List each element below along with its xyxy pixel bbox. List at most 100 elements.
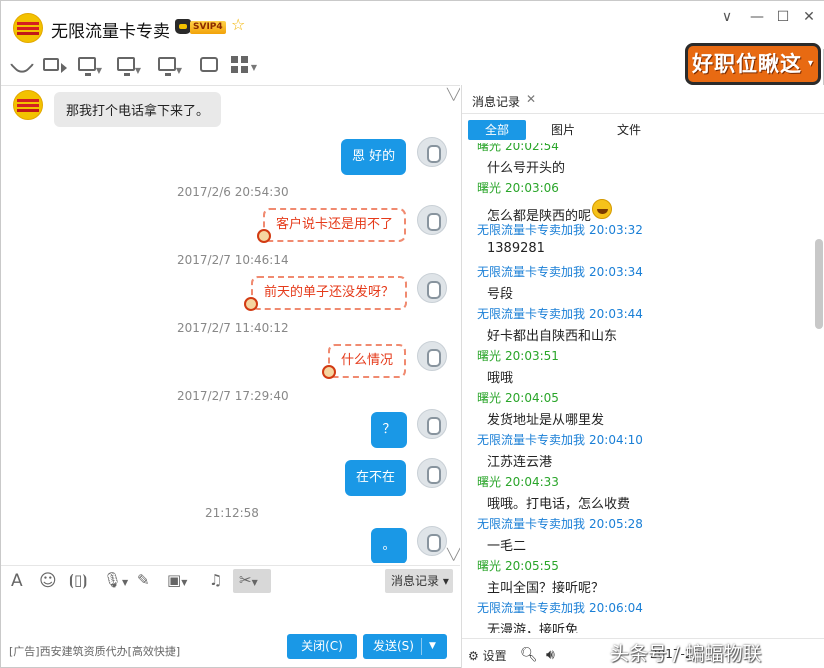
history-entry-header: 曙光 20:04:05 [477,389,559,406]
history-entry-header: 无限流量卡专卖加我 20:05:28 [477,515,643,532]
history-entry-text: 1389281 [487,241,545,256]
message-bubble-icon[interactable] [200,57,218,72]
scissors-icon: ✂▼ [239,571,258,589]
maximize-button[interactable]: ☐ [775,9,791,25]
history-entry-sender[interactable]: 无限流量卡专卖加我 [477,307,585,321]
self-avatar[interactable] [417,409,447,439]
history-entry-time: 20:05:28 [589,517,643,531]
star-icon[interactable]: ☆ [231,15,245,34]
history-entry-sender[interactable]: 曙光 [477,559,501,573]
tab-message-history[interactable]: 消息记录 [472,93,520,110]
ad-banner[interactable]: 好职位瞅这 ▾ [685,43,821,85]
ad-dropdown-icon[interactable]: ▾ [808,46,814,82]
outgoing-message-bubble: 客户说卡还是用不了 [263,208,407,242]
history-entry-text: 发货地址是从哪里发 [487,413,605,428]
send-file-icon[interactable]: ▼ [158,57,182,76]
incoming-message-bubble: 那我打个电话拿下来了。 [54,92,222,127]
minimize-button[interactable]: — [749,9,765,25]
screen-share-icon[interactable]: ▼ [78,57,102,76]
history-entry-text: 江苏连云港 [487,455,553,470]
history-entry-text: 号段 [487,287,514,302]
remote-desktop-icon[interactable]: ▼ [117,57,141,76]
close-button[interactable]: 关闭(C) [287,634,357,659]
history-entry-text: 哦哦 [487,371,514,386]
laughing-emoji-icon [592,199,612,219]
self-avatar[interactable] [417,526,447,556]
outgoing-message-bubble: 在不在 [345,460,407,496]
window-title[interactable]: 无限流量卡专卖 [51,17,170,42]
search-icon[interactable]: 🔍︎ [520,647,538,663]
filter-all[interactable]: 全部 [468,120,526,140]
history-entry-sender[interactable]: 曙光 [477,391,501,405]
self-avatar[interactable] [417,205,447,235]
close-window-button[interactable]: ✕ [801,9,817,25]
close-tab-icon[interactable]: ✕ [526,92,536,106]
message-history-button[interactable]: 消息记录 ▾ [385,569,453,593]
history-scrollbar[interactable] [814,143,824,633]
message-timestamp: 2017/2/7 11:40:12 [177,321,289,335]
history-entry-text: 主叫全国？接听呢？ [487,581,605,596]
apps-grid-icon[interactable]: ▼ [231,56,257,74]
send-button[interactable]: 发送(S) ▼ [363,634,447,659]
history-entry-sender[interactable]: 无限流量卡专卖加我 [477,601,585,615]
chat-footer: [广告]西安建筑资质代办[高效快捷] 关闭(C) 发送(S) ▼ [1,631,460,668]
screenshot-button[interactable]: ✂▼ [233,569,271,593]
menu-dropdown-icon[interactable]: ∨ [719,9,735,25]
chat-message-area[interactable]: ╲╱ 那我打个电话拿下来了。 恩 好的 2017/2/6 20:54:30 客户… [1,85,460,563]
text-ad-link[interactable]: [广告]西安建筑资质代办[高效快捷] [9,643,180,659]
message-timestamp: 2017/2/7 10:46:14 [177,253,289,267]
send-image-icon[interactable]: ▣▼ [167,571,187,589]
history-entry-header: 曙光 20:05:55 [477,557,559,574]
sticker-icon [257,229,271,243]
history-entry-time: 20:04:33 [505,475,559,489]
history-entry-time: 20:03:51 [505,349,559,363]
shake-window-icon[interactable]: ⦗▯⦘ [69,571,87,589]
history-entry-sender[interactable]: 无限流量卡专卖加我 [477,517,585,531]
history-entry-sender[interactable]: 无限流量卡专卖加我 [477,265,585,279]
self-avatar[interactable] [417,273,447,303]
history-entry-header: 无限流量卡专卖加我 20:04:10 [477,431,643,448]
phone-call-icon[interactable] [9,51,35,77]
history-entry-time: 20:03:32 [589,223,643,237]
message-timestamp: 2017/2/7 17:29:40 [177,389,289,403]
self-avatar[interactable] [417,458,447,488]
history-entry-header: 无限流量卡专卖加我 20:03:32 [477,221,643,238]
history-entry-time: 20:05:55 [505,559,559,573]
self-avatar[interactable] [417,341,447,371]
voice-message-icon[interactable]: 🎙︎▼ [103,571,128,589]
self-avatar[interactable] [417,137,447,167]
send-options-dropdown-icon[interactable]: ▼ [429,634,436,659]
svip-badge[interactable]: SVIP4 [190,21,226,34]
history-entry-sender[interactable]: 曙光 [477,475,501,489]
scrollbar-thumb[interactable] [815,239,823,329]
history-entry-sender[interactable]: 无限流量卡专卖加我 [477,223,585,237]
history-entry-text: 无漫游，接听免 [487,623,579,633]
music-icon[interactable]: ♫ [209,571,222,589]
input-toolbar: A ☺ ⦗▯⦘ 🎙︎▼ ✎ ▣▼ ♫ ✂▼ 消息记录 ▾ [1,565,460,595]
filter-images[interactable]: 图片 [542,120,584,140]
history-entry-sender[interactable]: 无限流量卡专卖加我 [477,433,585,447]
doodle-pen-icon[interactable]: ✎ [137,571,150,589]
title-bar: 无限流量卡专卖 SVIP4 ☆ ∨ — ☐ ✕ [1,1,824,49]
chat-window: 无限流量卡专卖 SVIP4 ☆ ∨ — ☐ ✕ ▼ ▼ ▼ ▼ 好职位瞅这 ▾ … [0,0,824,668]
expand-arrow-icon[interactable]: ╲╱ [447,548,460,561]
history-entry-sender[interactable]: 曙光 [477,181,501,195]
settings-button[interactable]: ⚙ 设置 [468,647,507,664]
crown-icon [175,19,191,34]
history-entry-time: 20:03:34 [589,265,643,279]
history-message-list[interactable]: 曙光 20:02:54 什么号开头的 曙光 20:03:06 怎么都是陕西的呢 无限流量卡专… [462,143,812,633]
history-entry-time: 20:02:54 [505,143,559,153]
emoji-icon[interactable]: ☺ [39,571,57,591]
filter-files[interactable]: 文件 [608,120,650,140]
contact-avatar[interactable] [13,90,43,120]
history-entry-sender[interactable]: 曙光 [477,349,501,363]
contact-avatar[interactable] [13,13,43,43]
history-entry-header: 无限流量卡专卖加我 20:03:34 [477,263,643,280]
chat-toolbar: ▼ ▼ ▼ ▼ [1,51,471,81]
history-entry-sender[interactable]: 曙光 [477,143,501,153]
settings-label: 设置 [482,649,507,663]
collapse-arrow-icon[interactable]: ╲╱ [447,88,460,101]
video-call-icon[interactable] [43,58,67,73]
speaker-icon[interactable]: 🔊︎ [546,647,555,663]
font-icon[interactable]: A [11,571,23,591]
